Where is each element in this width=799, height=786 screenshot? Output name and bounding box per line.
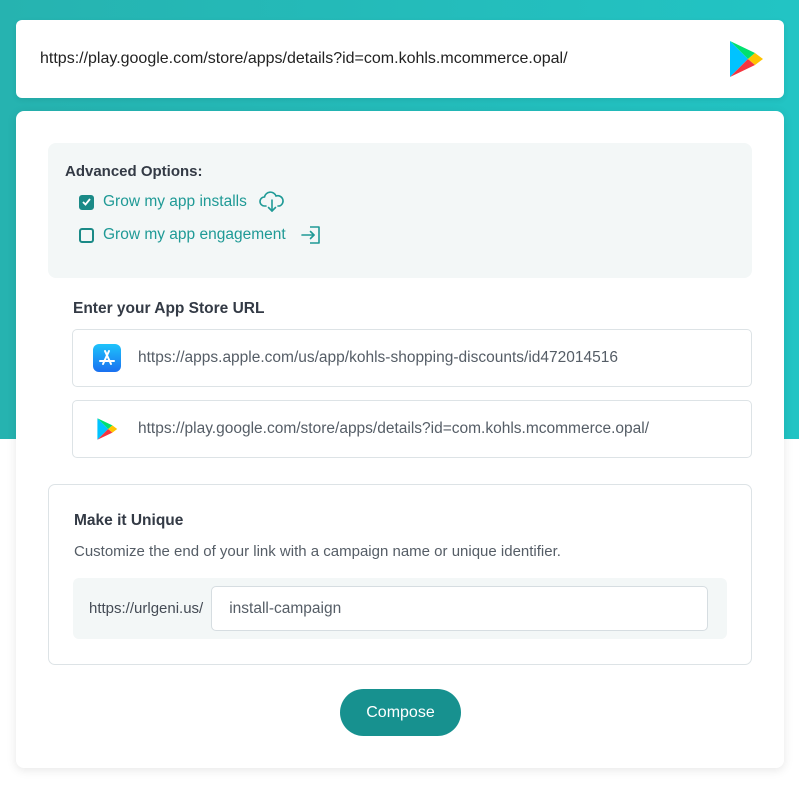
custom-link-row: https://urlgeni.us/: [73, 578, 727, 639]
make-unique-title: Make it Unique: [74, 512, 184, 529]
make-unique-description: Customize the end of your link with a ca…: [74, 543, 561, 560]
advanced-options-title: Advanced Options:: [65, 163, 203, 180]
google-play-url-field[interactable]: https://play.google.com/store/apps/detai…: [72, 400, 752, 458]
apple-store-url[interactable]: https://apps.apple.com/us/app/kohls-shop…: [138, 349, 618, 367]
url-bar[interactable]: https://play.google.com/store/apps/detai…: [16, 20, 784, 98]
campaign-name-input[interactable]: [211, 586, 709, 631]
engagement-checkbox[interactable]: [79, 227, 94, 243]
installs-label[interactable]: Grow my app installs: [103, 193, 247, 211]
apple-store-url-field[interactable]: https://apps.apple.com/us/app/kohls-shop…: [72, 329, 752, 387]
installs-checkbox[interactable]: [79, 194, 94, 210]
engagement-label[interactable]: Grow my app engagement: [103, 226, 286, 244]
app-store-icon: [92, 343, 122, 373]
google-play-icon: [730, 41, 763, 77]
option-grow-installs[interactable]: Grow my app installs: [65, 191, 735, 213]
google-play-url[interactable]: https://play.google.com/store/apps/detai…: [138, 420, 649, 438]
google-play-icon: [92, 414, 122, 444]
url-bar-text: https://play.google.com/store/apps/detai…: [40, 50, 568, 67]
make-unique-panel: Make it Unique Customize the end of your…: [48, 484, 752, 665]
compose-button[interactable]: Compose: [340, 689, 461, 736]
sign-in-icon: [298, 224, 324, 246]
cloud-download-icon: [259, 191, 285, 213]
main-card: Advanced Options: Grow my app installs G…: [16, 111, 784, 768]
advanced-options-panel: Advanced Options: Grow my app installs G…: [48, 143, 752, 278]
checkmark-icon: [82, 198, 91, 206]
app-store-url-title: Enter your App Store URL: [73, 300, 265, 317]
option-grow-engagement[interactable]: Grow my app engagement: [65, 224, 735, 246]
link-prefix: https://urlgeni.us/: [89, 600, 204, 617]
